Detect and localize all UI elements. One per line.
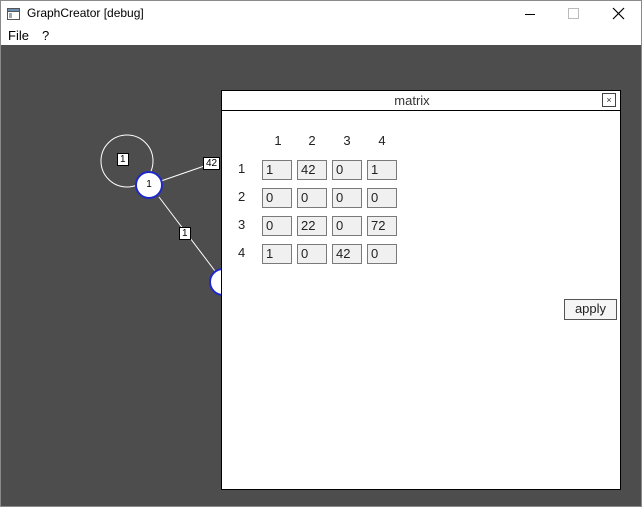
close-button[interactable] <box>595 1 641 28</box>
menu-file[interactable]: File <box>8 28 29 43</box>
maximize-button[interactable] <box>551 1 597 28</box>
matrix-cell[interactable]: 1 <box>367 160 397 180</box>
column-header: 2 <box>308 133 316 148</box>
maximize-icon <box>568 8 579 19</box>
minimize-button[interactable] <box>507 1 553 28</box>
minimize-icon <box>525 14 535 15</box>
dialog-title: matrix <box>394 93 430 108</box>
matrix-cell[interactable]: 72 <box>367 216 397 236</box>
matrix-cell[interactable]: 0 <box>367 244 397 264</box>
dialog-close-button[interactable]: × <box>602 93 616 107</box>
matrix-cell[interactable]: 1 <box>262 160 292 180</box>
apply-button[interactable]: apply <box>564 299 617 320</box>
row-header: 3 <box>238 217 246 232</box>
edge-weight-label: 42 <box>203 157 221 170</box>
matrix-cell[interactable]: 0 <box>297 188 327 208</box>
matrix-cell[interactable]: 0 <box>332 188 362 208</box>
column-header: 1 <box>274 133 282 148</box>
row-header: 4 <box>238 245 246 260</box>
edge-weight-label: 1 <box>179 227 191 240</box>
matrix-cell[interactable]: 0 <box>262 216 292 236</box>
matrix-cell[interactable]: 42 <box>297 160 327 180</box>
matrix-cell[interactable]: 0 <box>297 244 327 264</box>
matrix-cell[interactable]: 1 <box>262 244 292 264</box>
dialog-title-bar[interactable]: matrix × <box>222 91 620 111</box>
row-header: 1 <box>238 161 246 176</box>
row-header: 2 <box>238 189 246 204</box>
edge-weight-label: 1 <box>117 153 129 166</box>
app-window-icon <box>7 8 20 20</box>
node-label: 1 <box>146 179 152 190</box>
app-window: GraphCreator [debug] File ? 1 1 42 1 mat… <box>0 0 642 507</box>
close-icon <box>612 7 625 20</box>
menu-bar: File ? <box>1 28 641 45</box>
matrix-cell[interactable]: 0 <box>262 188 292 208</box>
matrix-cell[interactable]: 22 <box>297 216 327 236</box>
window-title: GraphCreator [debug] <box>27 6 144 20</box>
matrix-cell[interactable]: 0 <box>332 216 362 236</box>
column-header: 4 <box>378 133 386 148</box>
matrix-cell[interactable]: 42 <box>332 244 362 264</box>
menu-help[interactable]: ? <box>42 28 49 43</box>
matrix-cell[interactable]: 0 <box>367 188 397 208</box>
title-bar[interactable]: GraphCreator [debug] <box>1 1 641 28</box>
column-header: 3 <box>343 133 351 148</box>
matrix-cell[interactable]: 0 <box>332 160 362 180</box>
matrix-dialog: matrix × 1 2 3 4 1 2 3 4 1 42 0 1 0 0 0 … <box>221 90 621 490</box>
